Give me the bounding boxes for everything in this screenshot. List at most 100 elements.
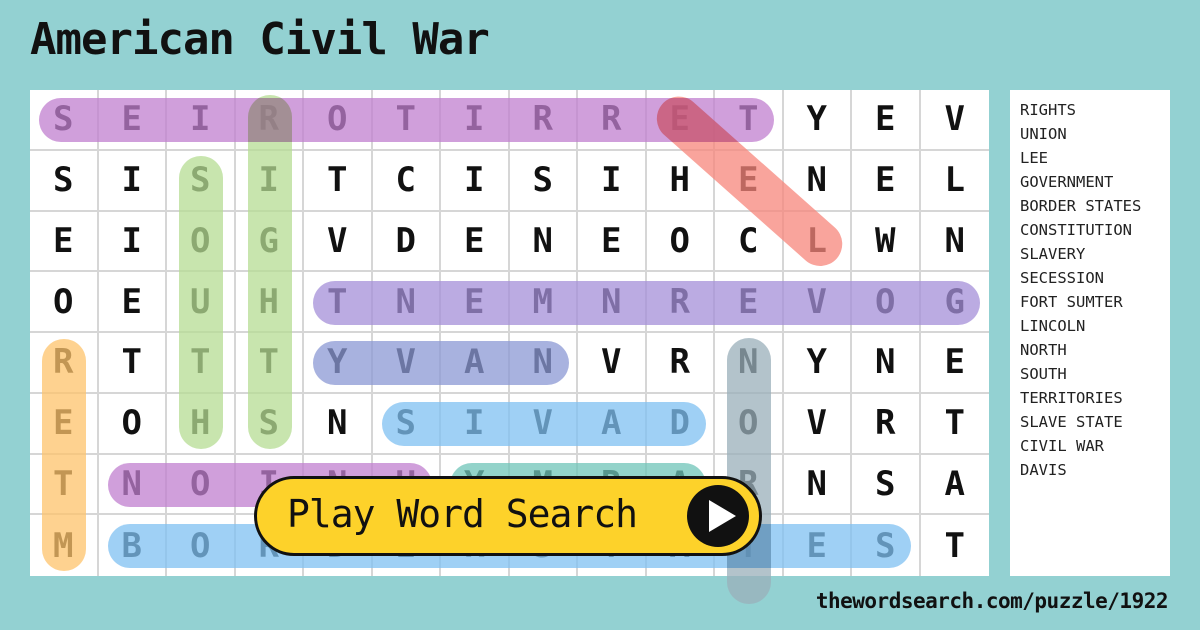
grid-cell[interactable]: A [920, 455, 989, 516]
grid-cell[interactable]: G [235, 211, 304, 273]
grid-cell[interactable]: N [783, 454, 852, 516]
grid-cell[interactable]: E [441, 211, 510, 273]
grid-cell[interactable]: O [167, 515, 236, 576]
grid-cell[interactable]: H [646, 150, 715, 212]
grid-cell[interactable]: N [783, 150, 852, 212]
grid-cell[interactable]: M [509, 272, 578, 333]
grid-cell[interactable]: A [441, 333, 510, 394]
grid-cell[interactable]: E [646, 90, 715, 151]
grid-cell[interactable]: N [578, 272, 647, 333]
grid-cell[interactable]: N [509, 211, 578, 273]
grid-cell[interactable]: D [646, 393, 715, 455]
grid-cell[interactable]: E [852, 90, 921, 151]
grid-cell[interactable]: U [167, 272, 236, 333]
grid-cell[interactable]: D [372, 211, 441, 273]
grid-cell[interactable]: R [646, 272, 715, 333]
grid-cell[interactable]: E [30, 211, 99, 273]
grid-cell[interactable]: T [921, 515, 990, 576]
grid-cell[interactable]: N [852, 333, 921, 394]
grid-cell[interactable]: N [304, 393, 373, 455]
grid-cell[interactable]: N [920, 212, 989, 273]
grid-cell[interactable]: G [920, 272, 989, 333]
grid-cell[interactable]: T [715, 90, 784, 151]
grid-cell[interactable]: E [578, 211, 647, 273]
grid-cell[interactable]: C [715, 211, 784, 273]
grid-cell[interactable]: O [98, 393, 167, 455]
grid-cell[interactable]: I [167, 90, 236, 151]
grid-cell[interactable]: O [715, 393, 784, 455]
grid-cell[interactable]: T [98, 333, 167, 394]
grid-cell[interactable]: R [578, 90, 647, 151]
grid-cell[interactable]: E [920, 333, 989, 394]
grid-cell[interactable]: R [646, 333, 715, 394]
grid-cell[interactable]: O [852, 272, 921, 333]
grid-cell[interactable]: Y [783, 90, 852, 151]
grid-cell[interactable]: M [30, 515, 99, 576]
grid-cell[interactable]: E [715, 272, 784, 333]
grid-cell[interactable]: Y [783, 333, 852, 394]
grid-cell[interactable]: I [441, 90, 510, 151]
grid-cell[interactable]: T [920, 394, 989, 455]
grid-cell[interactable]: I [578, 150, 647, 212]
grid-cell[interactable]: S [235, 393, 304, 455]
grid-cell[interactable]: T [235, 333, 304, 394]
grid-cell[interactable]: V [304, 211, 373, 273]
grid-cell[interactable]: T [167, 333, 236, 394]
grid-cell[interactable]: V [372, 333, 441, 394]
grid-cell[interactable]: E [30, 393, 99, 455]
grid-cell[interactable]: O [167, 454, 236, 516]
grid-cell[interactable]: Y [304, 333, 373, 394]
grid-cell[interactable]: R [852, 393, 921, 455]
grid-cell[interactable]: O [167, 211, 236, 273]
grid-cell[interactable]: A [578, 393, 647, 455]
grid-cell[interactable]: L [783, 211, 852, 273]
grid-cell[interactable]: S [852, 515, 921, 576]
grid-cell[interactable]: C [372, 150, 441, 212]
grid-cell[interactable]: T [30, 454, 99, 516]
grid-cell[interactable]: I [441, 393, 510, 455]
grid-cell[interactable]: O [304, 90, 373, 151]
grid-cell[interactable]: N [98, 454, 167, 516]
grid-cell[interactable]: E [715, 150, 784, 212]
play-word-search-button[interactable]: Play Word Search [254, 476, 762, 556]
grid-cell[interactable]: R [30, 333, 99, 394]
grid-cell[interactable]: S [372, 393, 441, 455]
grid-cell[interactable]: V [509, 393, 578, 455]
grid-cell[interactable]: E [98, 90, 167, 151]
grid-cell[interactable]: N [715, 333, 784, 394]
grid-cell[interactable]: T [304, 150, 373, 212]
grid-cell[interactable]: E [441, 272, 510, 333]
grid-cell[interactable]: N [509, 333, 578, 394]
grid-cell[interactable]: I [441, 150, 510, 212]
grid-cell[interactable]: T [372, 90, 441, 151]
grid-cell[interactable]: E [98, 272, 167, 333]
grid-cell[interactable]: H [167, 393, 236, 455]
grid-cell[interactable]: S [167, 150, 236, 212]
grid-cell[interactable]: S [30, 90, 99, 151]
grid-cell[interactable]: E [852, 150, 921, 212]
word-list-item: UNION [1020, 125, 1067, 143]
grid-cell[interactable]: E [784, 515, 852, 576]
grid-cell[interactable]: S [852, 454, 921, 516]
grid-cell[interactable]: W [852, 211, 921, 273]
grid-cell[interactable]: L [920, 151, 989, 212]
grid-cell[interactable]: I [98, 150, 167, 212]
grid-cell[interactable]: V [920, 90, 989, 151]
grid-cell[interactable]: O [30, 272, 99, 333]
grid-cell[interactable]: B [99, 515, 167, 576]
grid-cell[interactable]: V [578, 333, 647, 394]
grid-cell[interactable]: O [646, 211, 715, 273]
grid-cell[interactable]: S [30, 150, 99, 212]
grid-cell[interactable]: R [235, 90, 304, 151]
grid-cell[interactable]: N [372, 272, 441, 333]
grid-cell[interactable]: I [98, 211, 167, 273]
grid-cell[interactable]: V [783, 393, 852, 455]
puzzle-url[interactable]: thewordsearch.com/puzzle/1922 [816, 589, 1169, 613]
grid-cell[interactable]: S [509, 150, 578, 212]
grid-cell[interactable]: H [235, 272, 304, 333]
grid-cell[interactable]: V [783, 272, 852, 333]
grid-cell[interactable]: I [235, 150, 304, 212]
grid-cell[interactable]: R [509, 90, 578, 151]
grid-cell[interactable]: T [304, 272, 373, 333]
play-button-label: Play Word Search [287, 492, 638, 536]
